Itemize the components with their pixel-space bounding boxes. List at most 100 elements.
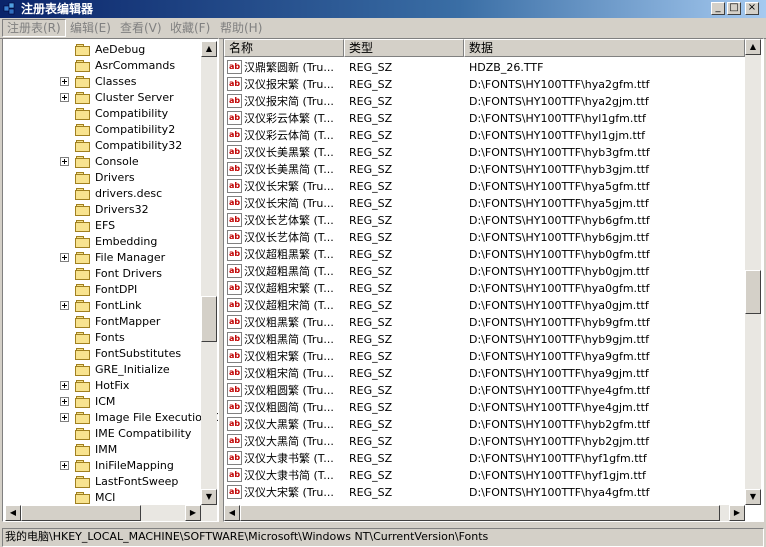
value-row[interactable]: ab 汉仪长美黑简 (T... REG_SZ D:\FONTS\HY100TTF\hy…	[224, 161, 745, 178]
value-row[interactable]: ab 汉仪长艺体简 (T... REG_SZ D:\FONTS\HY100TTF\hy…	[224, 229, 745, 246]
value-type: REG_SZ	[349, 129, 393, 142]
expand-icon[interactable]	[60, 301, 69, 310]
tree-scroll-down-button[interactable]: ▼	[201, 489, 217, 505]
value-row[interactable]: ab 汉仪大黑繁 (Tru... REG_SZ D:\FONTS\HY100TTF\h…	[224, 416, 745, 433]
tree-item[interactable]: Compatibility	[3, 106, 199, 122]
value-row[interactable]: ab 汉仪报宋繁 (Tru... REG_SZ D:\FONTS\HY100TTF\h…	[224, 76, 745, 93]
tree-item[interactable]: drivers.desc	[3, 186, 199, 202]
close-button[interactable]: ×	[745, 2, 759, 15]
list-scroll-up-button[interactable]: ▲	[745, 39, 761, 55]
value-row[interactable]: ab 汉仪长宋简 (Tru... REG_SZ D:\FONTS\HY100TTF\h…	[224, 195, 745, 212]
value-data: D:\FONTS\HY100TTF\hya9gjm.ttf	[469, 367, 649, 380]
expand-icon[interactable]	[60, 381, 69, 390]
list-scroll-right-button[interactable]: ▶	[729, 505, 745, 521]
tree-item[interactable]: GRE_Initialize	[3, 362, 199, 378]
tree-item[interactable]: LastFontSweep	[3, 474, 199, 490]
list-scroll-left-button[interactable]: ◀	[224, 505, 240, 521]
value-row[interactable]: ab 汉仪长美黑繁 (T... REG_SZ D:\FONTS\HY100TTF\hy…	[224, 144, 745, 161]
tree-scroll-thumb[interactable]	[201, 296, 217, 343]
value-row[interactable]: ab 汉仪超粗黑繁 (T... REG_SZ D:\FONTS\HY100TTF\hy…	[224, 246, 745, 263]
value-row[interactable]: ab 汉仪大黑简 (Tru... REG_SZ D:\FONTS\HY100TTF\h…	[224, 433, 745, 450]
value-data: D:\FONTS\HY100TTF\hyb6gjm.ttf	[469, 231, 649, 244]
value-row[interactable]: ab 汉仪彩云体繁 (T... REG_SZ D:\FONTS\HY100TTF\hy…	[224, 110, 745, 127]
tree-item[interactable]: FontDPI	[3, 282, 199, 298]
tree-item[interactable]: AsrCommands	[3, 58, 199, 74]
tree-item[interactable]: EFS	[3, 218, 199, 234]
value-row[interactable]: ab 汉仪报宋简 (Tru... REG_SZ D:\FONTS\HY100TTF\h…	[224, 93, 745, 110]
expand-icon[interactable]	[60, 413, 69, 422]
tree-item[interactable]: Compatibility32	[3, 138, 199, 154]
tree-item[interactable]: AeDebug	[3, 42, 199, 58]
expand-icon[interactable]	[60, 253, 69, 262]
list-scroll-down-button[interactable]: ▼	[745, 489, 761, 505]
value-row[interactable]: ab 汉仪超粗宋繁 (T... REG_SZ D:\FONTS\HY100TTF\hy…	[224, 280, 745, 297]
minimize-button[interactable]: _	[711, 2, 725, 15]
value-row[interactable]: ab 汉仪大宋繁 (Tru... REG_SZ D:\FONTS\HY100TTF\h…	[224, 484, 745, 501]
value-row[interactable]: ab 汉仪长宋繁 (Tru... REG_SZ D:\FONTS\HY100TTF\h…	[224, 178, 745, 195]
column-header-type[interactable]: 类型	[344, 39, 464, 57]
expand-icon[interactable]	[60, 77, 69, 86]
list-scroll-thumb[interactable]	[745, 269, 761, 314]
value-row[interactable]: ab 汉仪大隶书简 (T... REG_SZ D:\FONTS\HY100TTF\hy…	[224, 467, 745, 484]
value-row[interactable]: ab 汉仪粗圆简 (Tru... REG_SZ D:\FONTS\HY100TTF\h…	[224, 399, 745, 416]
value-row[interactable]: ab 汉仪超粗宋简 (T... REG_SZ D:\FONTS\HY100TTF\hy…	[224, 297, 745, 314]
value-row[interactable]: ab 汉仪粗圆繁 (Tru... REG_SZ D:\FONTS\HY100TTF\h…	[224, 382, 745, 399]
expand-icon[interactable]	[60, 93, 69, 102]
menu-favorites[interactable]: 收藏(F)	[166, 20, 214, 36]
tree-item[interactable]: IMM	[3, 442, 199, 458]
value-row[interactable]: ab 汉仪超粗黑简 (T... REG_SZ D:\FONTS\HY100TTF\hy…	[224, 263, 745, 280]
value-row[interactable]: ab 汉鼎繁圆新 (Tru... REG_SZ HDZB_26.TTF	[224, 59, 745, 76]
title-bar[interactable]: 注册表编辑器 _ □ ×	[0, 0, 766, 18]
value-row[interactable]: ab 汉仪粗宋简 (Tru... REG_SZ D:\FONTS\HY100TTF\h…	[224, 365, 745, 382]
tree-item[interactable]: IniFileMapping	[3, 458, 199, 474]
tree-horizontal-scrollbar[interactable]: ◀ ▶	[5, 505, 217, 521]
tree-item[interactable]: Embedding	[3, 234, 199, 250]
value-row[interactable]: ab 汉仪长艺体繁 (T... REG_SZ D:\FONTS\HY100TTF\hy…	[224, 212, 745, 229]
value-row[interactable]: ab 汉仪粗黑繁 (Tru... REG_SZ D:\FONTS\HY100TTF\h…	[224, 314, 745, 331]
tree-scroll-left-button[interactable]: ◀	[5, 505, 21, 521]
tree-item[interactable]: ICM	[3, 394, 199, 410]
tree-item[interactable]: Classes	[3, 74, 199, 90]
tree-item[interactable]: MCI	[3, 490, 199, 506]
tree-item[interactable]: Console	[3, 154, 199, 170]
tree-item[interactable]: Image File Execution O	[3, 410, 218, 426]
tree-item[interactable]: FontMapper	[3, 314, 199, 330]
tree-item[interactable]: File Manager	[3, 250, 199, 266]
tree-item[interactable]: HotFix	[3, 378, 199, 394]
tree-item-label: HotFix	[95, 379, 130, 392]
tree-item[interactable]: Drivers32	[3, 202, 199, 218]
value-row[interactable]: ab 汉仪粗黑简 (Tru... REG_SZ D:\FONTS\HY100TTF\h…	[224, 331, 745, 348]
tree-item[interactable]: IME Compatibility	[3, 426, 199, 442]
tree-item[interactable]: Compatibility2	[3, 122, 199, 138]
tree-item[interactable]: Drivers	[3, 170, 199, 186]
expand-icon[interactable]	[60, 461, 69, 470]
tree-hscroll-thumb[interactable]	[21, 505, 141, 521]
maximize-button[interactable]: □	[727, 2, 741, 15]
tree-scroll-up-button[interactable]: ▲	[201, 41, 217, 57]
list-vertical-scrollbar[interactable]: ▲ ▼	[745, 39, 761, 505]
menu-help[interactable]: 帮助(H)	[216, 20, 266, 36]
list-hscroll-thumb[interactable]	[240, 505, 720, 521]
tree-item[interactable]: Font Drivers	[3, 266, 199, 282]
menu-edit[interactable]: 编辑(E)	[66, 20, 115, 36]
value-row[interactable]: ab 汉仪大隶书繁 (T... REG_SZ D:\FONTS\HY100TTF\hy…	[224, 450, 745, 467]
value-row[interactable]: ab 汉仪彩云体简 (T... REG_SZ D:\FONTS\HY100TTF\hy…	[224, 127, 745, 144]
value-name: 汉鼎繁圆新 (Tru...	[244, 61, 334, 74]
list-horizontal-scrollbar[interactable]: ◀ ▶	[224, 505, 745, 521]
tree-item[interactable]: FontSubstitutes	[3, 346, 199, 362]
tree-scroll-right-button[interactable]: ▶	[185, 505, 201, 521]
expand-icon[interactable]	[60, 397, 69, 406]
tree-pane[interactable]: AeDebug AsrCommands Classes Cluster Server C…	[2, 38, 219, 522]
value-row[interactable]: ab 汉仪粗宋繁 (Tru... REG_SZ D:\FONTS\HY100TTF\h…	[224, 348, 745, 365]
menu-registry[interactable]: 注册表(R)	[2, 19, 66, 37]
tree-vertical-scrollbar[interactable]: ▲ ▼	[201, 41, 217, 505]
value-name: 汉仪超粗宋繁 (T...	[244, 282, 334, 295]
column-header-name[interactable]: 名称	[224, 39, 344, 57]
tree-item[interactable]: Cluster Server	[3, 90, 199, 106]
expand-icon[interactable]	[60, 157, 69, 166]
values-pane[interactable]: 名称 类型 数据 ab 汉鼎繁圆新 (Tru... REG_SZ HDZB_26.TT…	[223, 38, 764, 522]
menu-view[interactable]: 查看(V)	[116, 20, 166, 36]
column-header-data[interactable]: 数据	[464, 39, 745, 57]
tree-item[interactable]: FontLink	[3, 298, 199, 314]
tree-item[interactable]: Fonts	[3, 330, 199, 346]
